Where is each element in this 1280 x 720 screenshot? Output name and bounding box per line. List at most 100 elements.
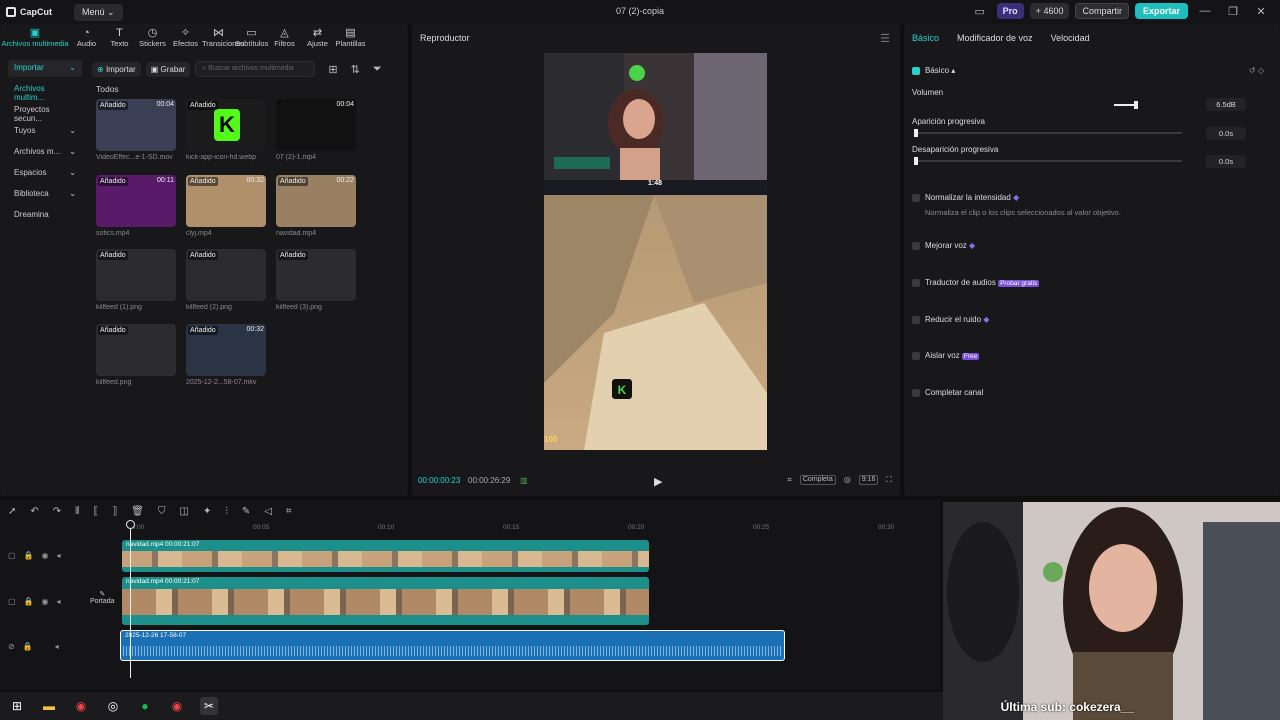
sidebar-item[interactable]: Proyectos secun... bbox=[8, 102, 82, 123]
import-button[interactable]: ⊕ Importar bbox=[92, 61, 141, 77]
volume-icon[interactable]: ◂ bbox=[55, 642, 59, 651]
reset-icon[interactable]: ↺ ◇ bbox=[1249, 66, 1264, 75]
lock-icon[interactable]: 🔒 bbox=[24, 597, 34, 606]
chrome-profile-icon[interactable]: ◉ bbox=[168, 697, 186, 715]
delete-icon[interactable]: 🗑 bbox=[131, 506, 144, 517]
audio-clip[interactable]: 2025-12-26 17-58-07 bbox=[120, 630, 785, 661]
play-button[interactable]: ▶ bbox=[654, 475, 662, 488]
tool-filtros[interactable]: ◬ Filtros bbox=[268, 24, 301, 52]
tool-archivos-multimedia[interactable]: ▣ Archivos multimedia bbox=[0, 24, 70, 52]
magic-icon[interactable]: ✎ bbox=[242, 506, 250, 517]
media-item[interactable]: Añadido killfeed (2).png bbox=[186, 249, 266, 311]
sidebar-item[interactable]: Importar ⌄ bbox=[8, 60, 82, 77]
menu-button[interactable]: Menú ⌄ bbox=[74, 3, 123, 21]
crop-icon[interactable]: ⌗ bbox=[787, 475, 792, 485]
tool-stickers[interactable]: ◷ Stickers bbox=[136, 24, 169, 52]
audio-icon[interactable]: ◂ bbox=[57, 597, 61, 606]
noise-checkbox[interactable] bbox=[912, 315, 920, 324]
sidebar-item[interactable]: Dreamina bbox=[8, 207, 82, 224]
tool-plantillas[interactable]: ▤ Plantillas bbox=[334, 24, 367, 52]
windows-start-icon[interactable]: ⊞ bbox=[8, 697, 26, 715]
lock-icon[interactable]: 🔒 bbox=[23, 642, 33, 651]
noise-row[interactable]: Reducir el ruido ◆ bbox=[912, 315, 1264, 324]
translate-checkbox[interactable] bbox=[912, 278, 920, 287]
minimize-icon[interactable]: — bbox=[1194, 5, 1216, 17]
volume-value[interactable]: 6.5dB bbox=[1206, 98, 1246, 111]
audio-toggle-icon[interactable]: ◂ bbox=[57, 551, 61, 560]
filter-icon[interactable]: ⏷ bbox=[373, 63, 382, 76]
fadein-slider[interactable] bbox=[914, 129, 1182, 137]
tool-efectos[interactable]: ✧ Efectos bbox=[169, 24, 202, 52]
playhead[interactable] bbox=[130, 522, 131, 678]
fadein-value[interactable]: 0.0s bbox=[1206, 127, 1246, 140]
share-button[interactable]: Compartir bbox=[1075, 3, 1129, 19]
close-icon[interactable]: ✕ bbox=[1250, 5, 1272, 18]
tool-texto[interactable]: T Texto bbox=[103, 24, 136, 52]
sidebar-item[interactable]: Espacios ⌄ bbox=[8, 165, 82, 182]
grid-view-icon[interactable]: ⊞ bbox=[328, 63, 337, 76]
media-item[interactable]: K Añadido kick-app-icon-hd.webp bbox=[186, 99, 266, 161]
eye-icon[interactable]: ◉ bbox=[42, 597, 49, 606]
playhead-handle[interactable] bbox=[126, 520, 135, 529]
isolate-row[interactable]: Aislar voz Free bbox=[912, 351, 1264, 360]
volume-slider[interactable] bbox=[1114, 101, 1138, 109]
tool-ajuste[interactable]: ⇄ Ajuste bbox=[301, 24, 334, 52]
basic-section-header[interactable]: Básico ▴ ↺ ◇ bbox=[912, 66, 1264, 75]
media-item[interactable]: Añadido 00:32 2025-12-2...58-07.mkv bbox=[186, 324, 266, 386]
tool-transiciones[interactable]: ⋈ Transiciones bbox=[202, 24, 244, 52]
export-button[interactable]: Exportar bbox=[1134, 3, 1188, 19]
video-preview[interactable]: K 100 1:48 bbox=[544, 53, 767, 450]
track-toggle-icon[interactable]: ▢ bbox=[8, 551, 16, 560]
sidebar-item[interactable]: Tuyos ⌄ bbox=[8, 123, 82, 140]
translate-row[interactable]: Traductor de audios Probar gratis bbox=[912, 278, 1264, 287]
file-explorer-icon[interactable]: ▬ bbox=[40, 697, 58, 715]
maximize-icon[interactable]: ❐ bbox=[1222, 5, 1244, 18]
media-item[interactable]: Añadido 00:04 VideoEffec...e-1-SD.mov bbox=[96, 99, 176, 161]
spotify-icon[interactable]: ● bbox=[136, 697, 154, 715]
normalize-checkbox[interactable] bbox=[912, 193, 920, 202]
fullscreen-icon[interactable]: ⛶ bbox=[886, 475, 892, 485]
lock-icon[interactable]: 🔒 bbox=[24, 551, 34, 560]
capcut-taskbar-icon[interactable]: ✂ bbox=[200, 697, 218, 715]
complete-channel-row[interactable]: Completar canal bbox=[912, 388, 1264, 397]
undo-icon[interactable]: ↶ bbox=[30, 506, 38, 517]
quality-button[interactable]: Completa bbox=[799, 475, 836, 485]
adjust-icon[interactable]: ⫶ bbox=[225, 506, 228, 517]
media-item[interactable]: 00:04 07 (2)-1.mp4 bbox=[276, 99, 356, 161]
player-menu-icon[interactable]: ☰ bbox=[880, 32, 890, 45]
media-item[interactable]: Añadido killfeed (3).png bbox=[276, 249, 356, 311]
obs-icon[interactable]: ◎ bbox=[104, 697, 122, 715]
redo-icon[interactable]: ↷ bbox=[53, 506, 61, 517]
shield-icon[interactable]: ⛉ bbox=[158, 506, 166, 517]
select-tool-icon[interactable]: ➚ bbox=[8, 506, 16, 517]
media-item[interactable]: Añadido killfeed.png bbox=[96, 324, 176, 386]
sidebar-item[interactable]: Archivos multim... bbox=[8, 81, 82, 102]
split-icon[interactable]: ⫴ bbox=[75, 506, 79, 517]
tab-speed[interactable]: Velocidad bbox=[1051, 33, 1090, 43]
trim-right-icon[interactable]: ⟧ bbox=[112, 506, 117, 517]
improve-voice-row[interactable]: Mejorar voz ◆ bbox=[912, 241, 1264, 250]
tab-voice-changer[interactable]: Modificador de voz bbox=[957, 33, 1033, 43]
mask-icon[interactable]: ◫ bbox=[179, 506, 188, 517]
video-clip-2[interactable]: navidad.mp4 00:00:21:07 bbox=[122, 577, 649, 625]
sort-icon[interactable]: ⇅ bbox=[351, 63, 360, 76]
complete-channel-checkbox[interactable] bbox=[912, 388, 920, 397]
ratio-button[interactable]: 9:16 bbox=[858, 475, 879, 485]
fadeout-slider[interactable] bbox=[914, 157, 1182, 165]
sidebar-item[interactable]: Archivos m... ⌄ bbox=[8, 144, 82, 161]
eye-icon[interactable]: ◉ bbox=[42, 551, 49, 560]
cover-button[interactable]: ✎ Portada bbox=[90, 590, 115, 605]
media-item[interactable]: Añadido 00:11 sofics.mp4 bbox=[96, 175, 176, 237]
chrome-icon[interactable]: ◉ bbox=[72, 697, 90, 715]
freeze-icon[interactable]: ◁ bbox=[264, 506, 272, 517]
tab-basic[interactable]: Básico bbox=[912, 33, 939, 43]
link-icon[interactable]: ⊘ bbox=[8, 642, 15, 651]
snapshot-icon[interactable]: ◎ bbox=[844, 475, 851, 485]
video-clip-1[interactable]: navidad.mp4 00:00:21:07 bbox=[122, 540, 649, 572]
effect-icon[interactable]: ✦ bbox=[203, 506, 211, 517]
record-button[interactable]: ▣ Grabar bbox=[145, 61, 191, 77]
tool-subt-tulos[interactable]: ▭ Subtítulos bbox=[235, 24, 268, 52]
media-item[interactable]: Añadido 00:32 clyj.mp4 bbox=[186, 175, 266, 237]
tool-audio[interactable]: ◔ Audio bbox=[70, 24, 103, 52]
media-search-input[interactable]: ⌕ Buscar archivos multimedia bbox=[195, 61, 316, 77]
